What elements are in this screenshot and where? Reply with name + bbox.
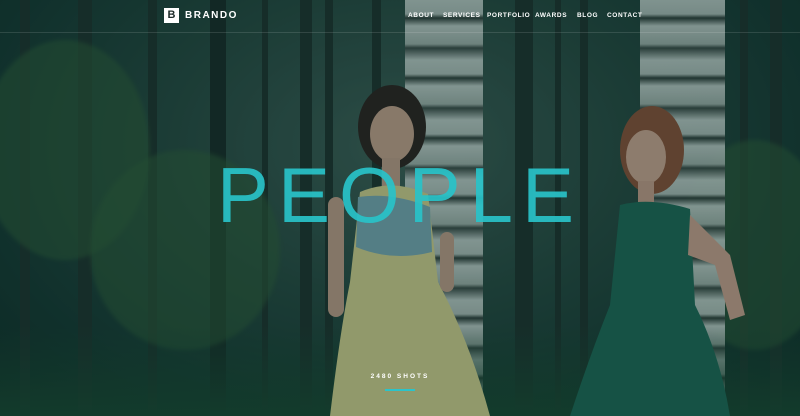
accent-underline xyxy=(385,389,415,391)
shots-count: 2480 SHOTS xyxy=(370,373,430,380)
nav-item-about[interactable]: ABOUT xyxy=(408,12,434,19)
brand-name: BRANDO xyxy=(185,10,238,21)
nav-item-services[interactable]: SERVICES xyxy=(443,12,481,19)
brand-logo[interactable]: B BRANDO xyxy=(164,8,238,23)
top-navbar: B BRANDO ABOUT SERVICES PORTFOLIO AWARDS… xyxy=(0,0,800,33)
nav-item-blog[interactable]: BLOG xyxy=(577,12,598,19)
hero-title: PEOPLE xyxy=(216,151,584,239)
logo-mark-icon: B xyxy=(164,8,179,23)
nav-item-portfolio[interactable]: PORTFOLIO xyxy=(487,12,530,19)
hero-section: B BRANDO ABOUT SERVICES PORTFOLIO AWARDS… xyxy=(0,0,800,416)
nav-item-contact[interactable]: CONTACT xyxy=(607,12,643,19)
nav-item-awards[interactable]: AWARDS xyxy=(535,12,567,19)
